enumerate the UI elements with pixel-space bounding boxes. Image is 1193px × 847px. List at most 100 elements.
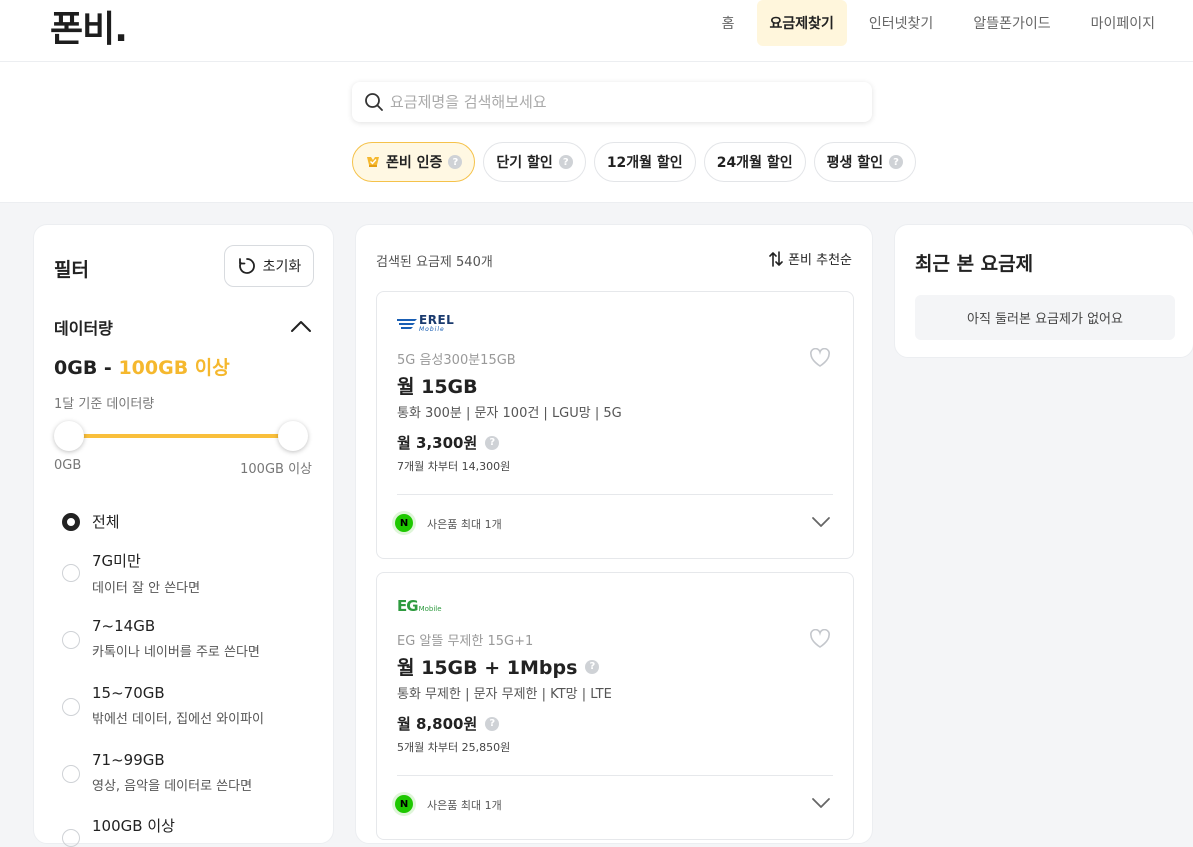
carrier-name: EG xyxy=(397,597,419,615)
data-option-71-99gb[interactable]: 71~99GB 영상, 음악을 데이터로 쓴다면 xyxy=(62,751,252,794)
carrier-logo-erel: EREL Mobile xyxy=(397,314,454,336)
data-option-100gb-plus[interactable]: 100GB 이상 xyxy=(62,815,175,847)
chevron-down-icon[interactable] xyxy=(811,516,831,528)
slider-max-label: 100GB 이상 xyxy=(240,462,312,477)
data-slider-max-handle[interactable] xyxy=(278,421,308,451)
verified-badge-icon xyxy=(367,157,379,167)
range-min: 0GB xyxy=(54,357,98,379)
chevron-up-icon[interactable] xyxy=(290,319,312,333)
option-label: 전체 xyxy=(92,513,120,531)
price-text: 월 8,800원 xyxy=(397,715,478,733)
chip-label: 24개월 할인 xyxy=(716,155,793,171)
filter-panel: 필터 초기화 데이터량 0GB - 100GB 이상 1달 기준 데이터량 0G… xyxy=(33,224,334,847)
plan-card[interactable]: EG Mobile EG 알뜰 무제한 15G+1 월 15GB + 1Mbps… xyxy=(376,572,854,840)
results-panel: 검색된 요금제 540개 폰비 추천순 EREL Mobile 5G 음성300… xyxy=(355,224,873,844)
plan-name: 월 15GB + 1Mbps? xyxy=(397,653,600,680)
result-count: 검색된 요금제 540개 xyxy=(376,255,493,270)
filter-title: 필터 xyxy=(54,259,89,281)
chip-lifetime-discount[interactable]: 평생 할인 ? xyxy=(813,142,916,182)
nav-item-my-page[interactable]: 마이페이지 xyxy=(1073,0,1173,46)
plan-spec: 통화 무제한 | 문자 무제한 | KT망 | LTE xyxy=(397,687,612,702)
gift-text: 사은품 최대 1개 xyxy=(427,518,502,531)
heart-icon[interactable] xyxy=(809,629,831,649)
chip-label: 평생 할인 xyxy=(826,155,883,171)
data-section-title: 데이터량 xyxy=(54,319,113,338)
search-icon xyxy=(365,93,383,111)
sort-label: 폰비 추천순 xyxy=(788,253,852,268)
carrier-logo-eg: EG Mobile xyxy=(397,595,442,617)
sort-button[interactable]: 폰비 추천순 xyxy=(768,249,852,268)
radio-icon[interactable] xyxy=(62,631,80,649)
heart-icon[interactable] xyxy=(809,348,831,368)
nav-item-home[interactable]: 홈 xyxy=(704,0,753,46)
data-range-value: 0GB - 100GB 이상 xyxy=(54,353,230,380)
option-label: 15~70GB xyxy=(92,684,165,702)
gift-text: 사은품 최대 1개 xyxy=(427,799,502,812)
help-icon[interactable]: ? xyxy=(485,716,500,731)
search-input[interactable] xyxy=(390,93,830,111)
help-icon[interactable]: ? xyxy=(585,659,600,674)
plan-spec: 통화 300분 | 문자 100건 | LGU망 | 5G xyxy=(397,406,622,421)
search-section: 폰비 인증 ? 단기 할인 ? 12개월 할인 24개월 할인 평생 할인 ? xyxy=(0,62,1193,203)
reset-button[interactable]: 초기화 xyxy=(224,245,314,287)
plan-after-price: 5개월 차부터 25,850원 xyxy=(397,741,511,754)
slider-min-label: 0GB xyxy=(54,458,82,473)
price-text: 월 3,300원 xyxy=(397,434,478,452)
discount-filter-chips: 폰비 인증 ? 단기 할인 ? 12개월 할인 24개월 할인 평생 할인 ? xyxy=(352,142,916,182)
help-icon[interactable]: ? xyxy=(558,155,573,169)
chip-12-month-discount[interactable]: 12개월 할인 xyxy=(593,142,696,182)
radio-icon[interactable] xyxy=(62,765,80,783)
carrier-name: EREL xyxy=(419,313,455,327)
plan-card[interactable]: EREL Mobile 5G 음성300분15GB 월 15GB 통화 300분… xyxy=(376,291,854,559)
range-max: 100GB 이상 xyxy=(118,357,230,379)
recent-empty-message: 아직 둘러본 요금제가 없어요 xyxy=(915,295,1175,340)
plan-price: 월 3,300원? xyxy=(397,432,500,453)
erel-logo-mark xyxy=(397,319,417,329)
nav-item-internet-search[interactable]: 인터넷찾기 xyxy=(851,0,951,46)
data-option-all[interactable]: 전체 xyxy=(62,507,120,532)
reset-label: 초기화 xyxy=(262,259,302,275)
plan-name: 월 15GB xyxy=(397,376,478,398)
chip-phonebi-verified[interactable]: 폰비 인증 ? xyxy=(352,142,476,182)
option-label: 7~14GB xyxy=(92,617,156,635)
radio-checked-icon[interactable] xyxy=(62,513,80,531)
chip-short-term-discount[interactable]: 단기 할인 ? xyxy=(483,142,586,182)
chip-label: 폰비 인증 xyxy=(386,155,443,171)
data-option-15-70gb[interactable]: 15~70GB 밖에선 데이터, 집에선 와이파이 xyxy=(62,684,264,727)
radio-icon[interactable] xyxy=(62,564,80,582)
chevron-down-icon[interactable] xyxy=(811,797,831,809)
chip-label: 12개월 할인 xyxy=(606,155,683,171)
help-icon[interactable]: ? xyxy=(485,435,500,450)
plan-name-text: 월 15GB + 1Mbps xyxy=(397,657,578,679)
plan-after-price: 7개월 차부터 14,300원 xyxy=(397,460,511,473)
option-label: 100GB 이상 xyxy=(92,817,175,835)
brand-logo[interactable]: 폰비. xyxy=(50,0,128,52)
search-box[interactable] xyxy=(352,82,872,122)
option-desc: 밖에선 데이터, 집에선 와이파이 xyxy=(92,712,265,727)
nav-item-budget-phone-guide[interactable]: 알뜰폰가이드 xyxy=(955,0,1068,46)
divider xyxy=(397,494,833,495)
option-label: 71~99GB xyxy=(92,751,165,769)
data-slider-track[interactable] xyxy=(69,434,294,438)
carrier-sub: Mobile xyxy=(418,605,442,613)
radio-icon[interactable] xyxy=(62,829,80,847)
range-separator: - xyxy=(97,357,119,379)
option-label: 7G미만 xyxy=(92,552,141,570)
data-slider-min-handle[interactable] xyxy=(54,421,84,451)
option-desc: 데이터 잘 안 쓴다면 xyxy=(92,581,201,596)
data-option-7-14gb[interactable]: 7~14GB 카톡이나 네이버를 주로 쓴다면 xyxy=(62,617,260,660)
radio-icon[interactable] xyxy=(62,698,80,716)
chip-24-month-discount[interactable]: 24개월 할인 xyxy=(703,142,806,182)
naver-gift-icon: N xyxy=(395,795,413,813)
sort-arrows-icon xyxy=(769,250,783,267)
plan-subtitle: 5G 음성300분15GB xyxy=(397,353,516,368)
chip-label: 단기 할인 xyxy=(496,155,553,171)
help-icon[interactable]: ? xyxy=(889,155,903,169)
naver-gift-icon: N xyxy=(395,514,413,532)
nav-item-plan-search[interactable]: 요금제찾기 xyxy=(756,0,847,46)
recent-plans-panel: 최근 본 요금제 아직 둘러본 요금제가 없어요 xyxy=(894,224,1193,358)
data-option-under-7gb[interactable]: 7G미만데이터 잘 안 쓴다면 xyxy=(62,550,200,596)
data-range-sublabel: 1달 기준 데이터량 xyxy=(54,397,155,412)
help-icon[interactable]: ? xyxy=(448,155,463,169)
main-nav: 홈 요금제찾기 인터넷찾기 알뜰폰가이드 마이페이지 xyxy=(700,0,1173,46)
